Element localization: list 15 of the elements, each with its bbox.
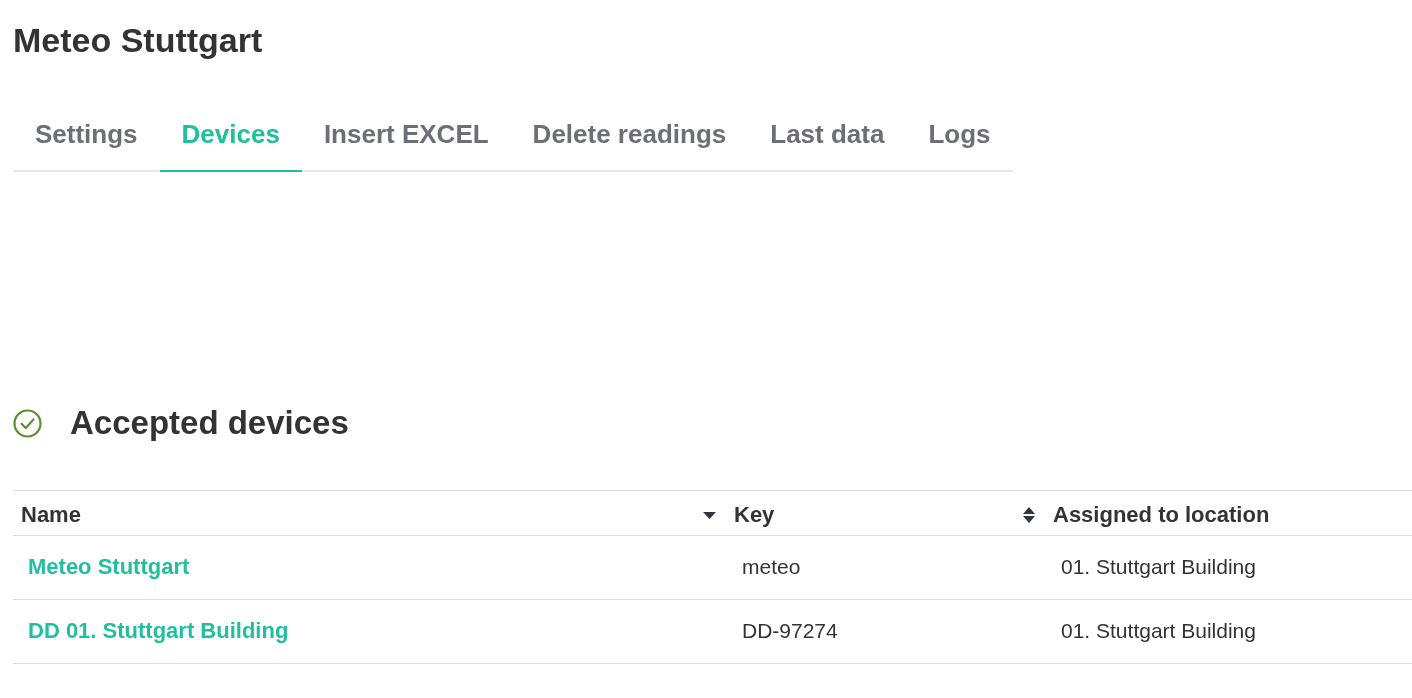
tab[interactable]: Delete readings [510, 98, 749, 172]
table-cell: 01. Stuttgart Building [1061, 619, 1256, 642]
table-cell: DD-97274 [742, 619, 838, 642]
tab[interactable]: Logs [906, 98, 1013, 172]
tab[interactable]: Last data [748, 98, 907, 172]
table-cell: 01. Stuttgart Building [1061, 555, 1256, 578]
tab[interactable]: Settings [13, 98, 160, 172]
section-heading: Accepted devices [70, 403, 349, 443]
tab[interactable]: Insert EXCEL [301, 98, 511, 172]
column-header[interactable]: Name [21, 502, 81, 528]
check-circle-icon [13, 408, 42, 438]
page-title: Meteo Stuttgart [13, 20, 263, 60]
table-cell: meteo [742, 555, 801, 578]
column-header: Assigned to location [1053, 502, 1270, 527]
column-header[interactable]: Key [734, 502, 775, 528]
